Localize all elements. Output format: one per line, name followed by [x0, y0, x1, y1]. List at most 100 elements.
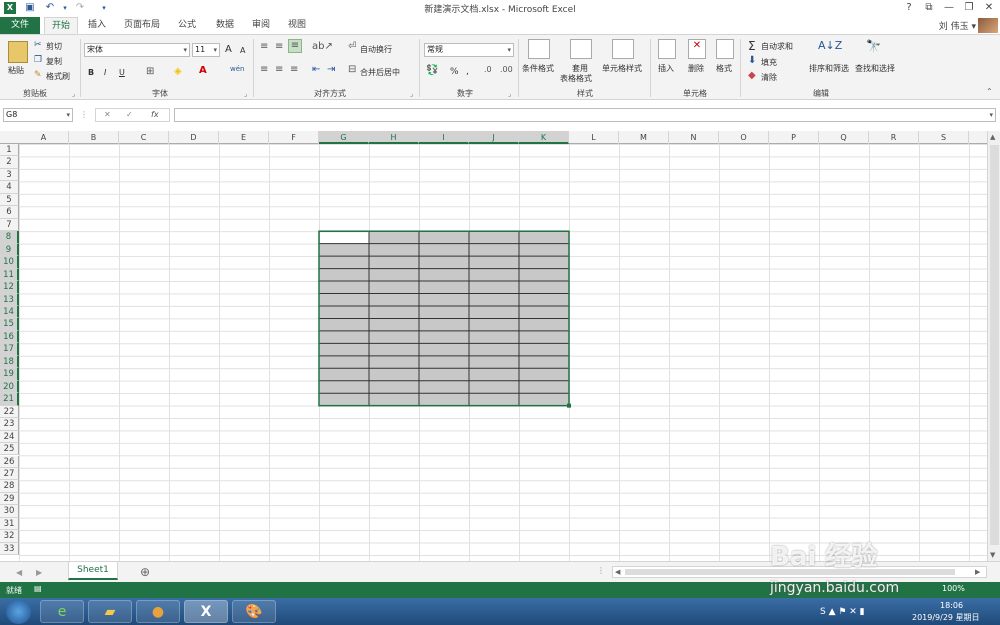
- insert-cells-icon[interactable]: [658, 39, 676, 59]
- column-header-s[interactable]: S: [919, 131, 969, 144]
- active-cell[interactable]: [320, 232, 369, 244]
- number-format-select[interactable]: 常规 ▾: [424, 43, 514, 57]
- italic-button[interactable]: I: [104, 68, 106, 77]
- format-painter-button[interactable]: 格式刷: [46, 71, 70, 82]
- scroll-thumb[interactable]: [990, 145, 999, 545]
- bold-button[interactable]: B: [88, 68, 94, 77]
- vertical-scrollbar[interactable]: ▲ ▼: [987, 131, 1000, 561]
- cancel-icon[interactable]: ✕: [104, 110, 111, 119]
- row-header-9[interactable]: 9: [0, 243, 19, 257]
- sheet-next-icon[interactable]: ▶: [36, 568, 42, 577]
- format-as-table-label[interactable]: 表格格式: [560, 73, 592, 84]
- formula-input[interactable]: ▾: [174, 108, 996, 122]
- autosum-button[interactable]: 自动求和: [761, 41, 793, 52]
- row-header-16[interactable]: 16: [0, 330, 19, 344]
- conditional-format-icon[interactable]: [528, 39, 550, 59]
- close-button[interactable]: ✕: [980, 1, 998, 15]
- clipboard-launcher-icon[interactable]: ⌟: [72, 90, 75, 98]
- tab-formulas[interactable]: 公式: [172, 17, 202, 34]
- align-right-icon[interactable]: ≡: [290, 64, 298, 75]
- row-header-3[interactable]: 3: [0, 168, 19, 182]
- sort-filter-icon[interactable]: A↓Z: [818, 39, 842, 52]
- decrease-decimal-icon[interactable]: .00: [500, 65, 513, 74]
- row-header-24[interactable]: 24: [0, 430, 19, 444]
- font-launcher-icon[interactable]: ⌟: [244, 90, 247, 98]
- percent-style-button[interactable]: %: [450, 67, 459, 77]
- borders-icon[interactable]: ⊞: [146, 66, 154, 77]
- increase-decimal-icon[interactable]: .0: [484, 65, 492, 74]
- cell-styles-button[interactable]: 单元格样式: [602, 63, 642, 74]
- clear-button[interactable]: 清除: [761, 72, 777, 83]
- font-name-select[interactable]: 宋体 ▾: [84, 43, 190, 57]
- column-header-n[interactable]: N: [669, 131, 719, 144]
- decrease-indent-icon[interactable]: ⇤: [312, 64, 320, 75]
- column-header-j[interactable]: J: [469, 131, 519, 144]
- scroll-down-icon[interactable]: ▼: [990, 551, 995, 559]
- increase-indent-icon[interactable]: ⇥: [327, 64, 335, 75]
- row-header-12[interactable]: 12: [0, 281, 19, 294]
- row-header-23[interactable]: 23: [0, 418, 19, 431]
- column-header-h[interactable]: H: [369, 131, 419, 144]
- column-header-k[interactable]: K: [519, 131, 569, 144]
- row-header-13[interactable]: 13: [0, 293, 19, 306]
- paste-button[interactable]: 粘贴: [8, 65, 24, 76]
- cut-button[interactable]: 剪切: [46, 41, 62, 52]
- name-box[interactable]: G8 ▾: [3, 108, 73, 122]
- delete-cells-button[interactable]: 删除: [688, 63, 704, 74]
- tab-insert[interactable]: 插入: [82, 17, 112, 34]
- row-header-26[interactable]: 26: [0, 455, 19, 468]
- alignment-launcher-icon[interactable]: ⌟: [410, 90, 413, 98]
- row-header-22[interactable]: 22: [0, 405, 19, 419]
- scroll-up-icon[interactable]: ▲: [990, 133, 995, 141]
- column-header-g[interactable]: G: [319, 131, 369, 144]
- column-header-b[interactable]: B: [69, 131, 119, 144]
- sheet-tab-sheet1[interactable]: Sheet1: [68, 562, 118, 580]
- ribbon-display-options-button[interactable]: ⧉: [920, 1, 938, 15]
- row-header-32[interactable]: 32: [0, 530, 19, 543]
- bottom-align-icon[interactable]: ≡: [288, 39, 302, 53]
- column-header-p[interactable]: P: [769, 131, 819, 144]
- sort-filter-button[interactable]: 排序和筛选: [809, 63, 849, 74]
- fill-handle[interactable]: [567, 403, 571, 408]
- column-header-o[interactable]: O: [719, 131, 769, 144]
- paste-icon[interactable]: [8, 41, 28, 63]
- copy-button[interactable]: 复制: [46, 56, 62, 67]
- clock-time[interactable]: 18:06: [940, 601, 963, 610]
- row-header-31[interactable]: 31: [0, 517, 19, 531]
- split-handle-icon[interactable]: ⋮: [597, 566, 605, 575]
- font-color-icon[interactable]: A: [199, 65, 207, 76]
- start-button[interactable]: [6, 599, 31, 624]
- collapse-ribbon-icon[interactable]: ⌃: [986, 87, 993, 96]
- grow-font-button[interactable]: A: [225, 44, 232, 55]
- ie-taskbar-icon[interactable]: e: [40, 600, 84, 623]
- row-header-2[interactable]: 2: [0, 156, 19, 169]
- zoom-level[interactable]: 100%: [942, 584, 965, 593]
- row-header-18[interactable]: 18: [0, 355, 19, 369]
- insert-function-icon[interactable]: fx: [151, 110, 159, 119]
- tab-page-layout[interactable]: 页面布局: [120, 17, 164, 34]
- row-header-15[interactable]: 15: [0, 318, 19, 331]
- row-header-10[interactable]: 10: [0, 256, 19, 269]
- column-header-e[interactable]: E: [219, 131, 269, 144]
- middle-align-icon[interactable]: ≡: [275, 41, 283, 52]
- row-header-8[interactable]: 8: [0, 231, 19, 244]
- format-cells-icon[interactable]: [716, 39, 734, 59]
- wrap-text-button[interactable]: 自动换行: [360, 44, 392, 55]
- avatar[interactable]: [978, 18, 998, 33]
- tab-file[interactable]: 文件: [0, 17, 40, 34]
- column-header-i[interactable]: I: [419, 131, 469, 144]
- tab-home[interactable]: 开始: [44, 17, 78, 34]
- fill-button[interactable]: 填充: [761, 57, 777, 68]
- column-header-q[interactable]: Q: [819, 131, 869, 144]
- cell-styles-icon[interactable]: [612, 39, 634, 59]
- column-header-r[interactable]: R: [869, 131, 919, 144]
- copy-icon[interactable]: ❐: [34, 55, 42, 65]
- format-cells-button[interactable]: 格式: [716, 63, 732, 74]
- explorer-taskbar-icon[interactable]: ▰: [88, 600, 132, 623]
- row-header-6[interactable]: 6: [0, 206, 19, 219]
- scroll-left-icon[interactable]: ◀: [615, 568, 620, 576]
- row-header-17[interactable]: 17: [0, 343, 19, 356]
- delete-cells-icon[interactable]: ✕: [688, 39, 706, 59]
- orientation-icon[interactable]: ab↗: [312, 41, 333, 52]
- sheet-prev-icon[interactable]: ◀: [16, 568, 22, 577]
